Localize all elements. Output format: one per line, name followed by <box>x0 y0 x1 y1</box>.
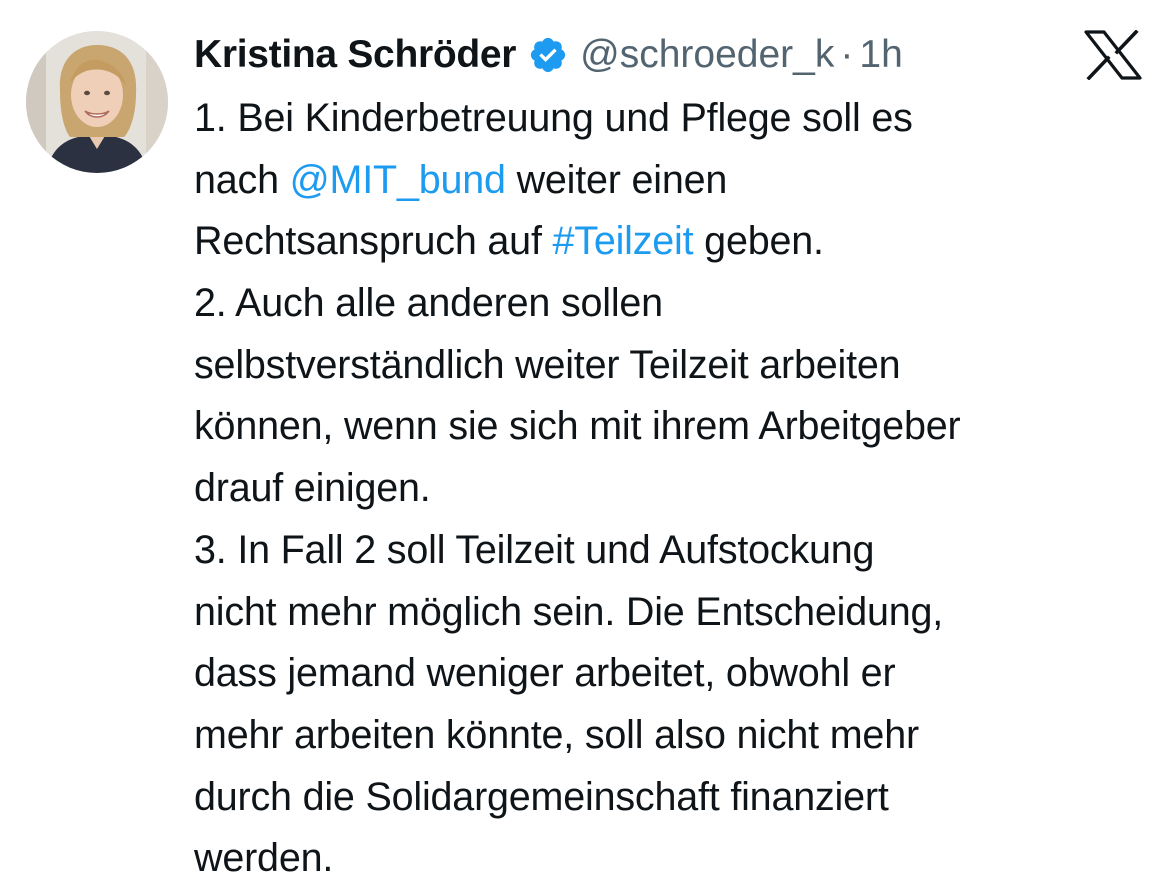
mention-link[interactable]: @MIT_bund <box>290 158 506 202</box>
separator-dot: · <box>840 33 854 76</box>
tweet-line: dass jemand weniger arbeitet, obwohl er <box>194 643 1154 705</box>
tweet-line: nicht mehr möglich sein. Die Entscheidun… <box>194 582 1154 644</box>
tweet-line: 3. In Fall 2 soll Teilzeit und Aufstocku… <box>194 520 1154 582</box>
timestamp[interactable]: 1h <box>859 33 902 77</box>
tweet-text-segment: 3. In Fall 2 soll Teilzeit und Aufstocku… <box>194 527 875 572</box>
tweet-text: 1. Bei Kinderbetreuung und Pflege soll e… <box>194 88 1154 890</box>
tweet-text-segment: dass jemand weniger arbeitet, obwohl er <box>194 651 896 696</box>
tweet-text-segment: mehr arbeiten könnte, soll also nicht me… <box>194 712 919 757</box>
tweet-line: drauf einigen. <box>194 458 1154 520</box>
tweet-text-segment: nicht mehr möglich sein. Die Entscheidun… <box>194 589 944 634</box>
avatar[interactable] <box>26 31 168 173</box>
tweet-text-segment: 1. Bei Kinderbetreuung und Pflege soll e… <box>194 96 913 140</box>
tweet-header: Kristina Schröder @schroeder_k · 1h <box>194 26 903 84</box>
tweet-line: durch die Solidargemeinschaft finanziert <box>194 767 1154 829</box>
author-handle[interactable]: @schroeder_k <box>580 33 834 77</box>
tweet-line: 1. Bei Kinderbetreuung und Pflege soll e… <box>194 88 1154 150</box>
tweet-text-segment: weiter einen <box>505 157 728 202</box>
tweet-text-segment: 2. Auch alle anderen sollen <box>194 281 663 326</box>
verified-badge-icon[interactable] <box>528 35 568 75</box>
tweet-line: 2. Auch alle anderen sollen <box>194 273 1154 335</box>
tweet-line: selbstverständlich weiter Teilzeit arbei… <box>194 335 1154 397</box>
x-logo-icon <box>1084 29 1142 81</box>
tweet-line: werden. <box>194 828 1154 890</box>
tweet-text-segment: nach <box>194 157 290 202</box>
tweet-line: nach @MIT_bund weiter einen <box>194 150 1154 212</box>
hashtag-link[interactable]: #Teilzeit <box>553 219 694 263</box>
tweet-text-segment: werden. <box>194 836 334 881</box>
tweet-text-segment: selbstverständlich weiter Teilzeit arbei… <box>194 342 901 387</box>
tweet-line: Rechtsanspruch auf #Teilzeit geben. <box>194 211 1154 273</box>
tweet-text-segment: Rechtsanspruch auf <box>194 219 553 264</box>
tweet-text-segment: drauf einigen. <box>194 466 431 511</box>
avatar-photo <box>26 31 168 173</box>
tweet-line: mehr arbeiten könnte, soll also nicht me… <box>194 705 1154 767</box>
tweet-line: können, wenn sie sich mit ihrem Arbeitge… <box>194 396 1154 458</box>
tweet-text-segment: durch die Solidargemeinschaft finanziert <box>194 774 889 819</box>
tweet-text-segment: geben. <box>693 219 824 264</box>
tweet-text-segment: können, wenn sie sich mit ihrem Arbeitge… <box>194 404 961 449</box>
author-name[interactable]: Kristina Schröder <box>194 33 516 77</box>
